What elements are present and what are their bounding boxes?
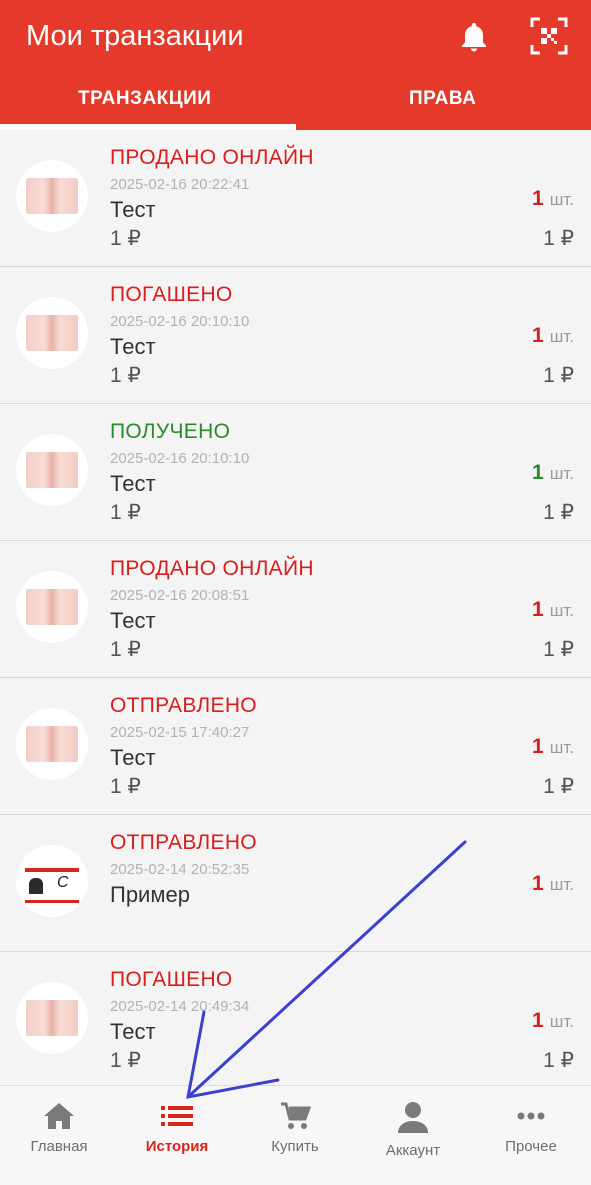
product-thumbnail — [16, 160, 88, 232]
transaction-date: 2025-02-15 17:40:27 — [110, 724, 250, 741]
product-name: Тест — [110, 608, 156, 633]
transaction-status: ПРОДАНО ОНЛАЙН — [110, 557, 314, 580]
total-price: 1 ₽ — [543, 1049, 574, 1072]
product-image — [26, 589, 78, 625]
more-dots-icon — [517, 1112, 545, 1120]
total-price: 1 ₽ — [543, 227, 574, 250]
unit-price: 1 ₽ — [110, 227, 141, 250]
product-thumbnail: C — [16, 845, 88, 917]
transaction-date: 2025-02-16 20:10:10 — [110, 450, 250, 467]
qr-scan-icon[interactable] — [530, 17, 568, 55]
quantity: 1 шт. — [532, 461, 574, 485]
transaction-date: 2025-02-16 20:08:51 — [110, 587, 250, 604]
transaction-date: 2025-02-14 20:49:34 — [110, 998, 250, 1015]
product-thumbnail — [16, 297, 88, 369]
product-image — [26, 452, 78, 488]
nav-label: История — [145, 1138, 209, 1155]
app-header: Мои транзакции ТРАНЗАКЦИИ ПРАВА — [0, 0, 591, 130]
quantity-unit: шт. — [549, 738, 574, 757]
quantity: 1 шт. — [532, 872, 574, 896]
total-price: 1 ₽ — [543, 638, 574, 661]
nav-item-buy[interactable]: Купить — [236, 1086, 354, 1185]
home-icon — [44, 1103, 74, 1129]
quantity: 1 шт. — [532, 324, 574, 348]
nav-item-history[interactable]: История — [118, 1086, 236, 1185]
unit-price: 1 ₽ — [110, 364, 141, 387]
quantity-value: 1 — [532, 1009, 544, 1032]
product-name: Тест — [110, 745, 156, 770]
nav-label: Прочее — [505, 1138, 557, 1155]
nav-item-account[interactable]: Аккаунт — [354, 1086, 472, 1185]
total-price: 1 ₽ — [543, 501, 574, 524]
transaction-status: ПОГАШЕНО — [110, 283, 233, 306]
transaction-row[interactable]: ПОГАШЕНО 2025-02-16 20:10:10 Тест 1 ₽ 1 шт. 1 … — [0, 267, 591, 404]
quantity-value: 1 — [532, 324, 544, 347]
product-thumbnail — [16, 982, 88, 1054]
transaction-status: ПРОДАНО ОНЛАЙН — [110, 146, 314, 169]
quantity-unit: шт. — [549, 190, 574, 209]
transaction-row[interactable]: ПРОДАНО ОНЛАЙН 2025-02-16 20:22:41 Тест 1 ₽… — [0, 130, 591, 267]
unit-price: 1 ₽ — [110, 501, 141, 524]
quantity: 1 шт. — [532, 735, 574, 759]
cart-icon — [281, 1102, 312, 1129]
transaction-row[interactable]: ПОГАШЕНО 2025-02-14 20:49:34 Тест 1 ₽ 1 шт. 1 … — [0, 952, 591, 1085]
nav-label: Аккаунт — [385, 1142, 441, 1159]
quantity-unit: шт. — [549, 601, 574, 620]
page-title: Мои транзакции — [26, 20, 244, 52]
quantity: 1 шт. — [532, 598, 574, 622]
product-image — [26, 315, 78, 351]
nav-item-more[interactable]: Прочее — [472, 1086, 590, 1185]
transaction-date: 2025-02-14 20:52:35 — [110, 861, 250, 878]
unit-price: 1 ₽ — [110, 1049, 141, 1072]
unit-price: 1 ₽ — [110, 638, 141, 661]
product-name: Тест — [110, 471, 156, 496]
product-thumbnail — [16, 434, 88, 506]
nav-item-home[interactable]: Главная — [0, 1086, 118, 1185]
transaction-status: ПОЛУЧЕНО — [110, 420, 231, 443]
tab-rights[interactable]: ПРАВА — [409, 88, 476, 110]
quantity-value: 1 — [532, 872, 544, 895]
unit-price: 1 ₽ — [110, 775, 141, 798]
list-icon — [161, 1106, 193, 1126]
quantity-unit: шт. — [549, 875, 574, 894]
product-name: Тест — [110, 1019, 156, 1044]
total-price: 1 ₽ — [543, 364, 574, 387]
product-banner-image: C — [25, 868, 79, 903]
product-image — [26, 178, 78, 214]
nav-label: Купить — [271, 1138, 319, 1155]
transaction-row[interactable]: ПРОДАНО ОНЛАЙН 2025-02-16 20:08:51 Тест 1 ₽… — [0, 541, 591, 678]
transaction-date: 2025-02-16 20:10:10 — [110, 313, 250, 330]
bottom-nav: Главная История Купить Аккаунт Прочее — [0, 1085, 591, 1185]
quantity-value: 1 — [532, 598, 544, 621]
product-thumbnail — [16, 571, 88, 643]
bell-icon[interactable] — [456, 20, 492, 56]
quantity-value: 1 — [532, 461, 544, 484]
transaction-status: ОТПРАВЛЕНО — [110, 694, 257, 717]
quantity-value: 1 — [532, 735, 544, 758]
product-thumbnail — [16, 708, 88, 780]
transaction-row[interactable]: ОТПРАВЛЕНО 2025-02-15 17:40:27 Тест 1 ₽ 1 шт.… — [0, 678, 591, 815]
quantity: 1 шт. — [532, 1009, 574, 1033]
product-name: Тест — [110, 334, 156, 359]
quantity-unit: шт. — [549, 327, 574, 346]
quantity-unit: шт. — [549, 1012, 574, 1031]
person-icon — [398, 1102, 428, 1133]
product-image — [26, 726, 78, 762]
product-image — [26, 1000, 78, 1036]
transaction-status: ОТПРАВЛЕНО — [110, 831, 257, 854]
tab-transactions[interactable]: ТРАНЗАКЦИИ — [78, 88, 211, 110]
transaction-status: ПОГАШЕНО — [110, 968, 233, 991]
quantity: 1 шт. — [532, 187, 574, 211]
quantity-unit: шт. — [549, 464, 574, 483]
quantity-value: 1 — [532, 187, 544, 210]
transaction-row[interactable]: ПОЛУЧЕНО 2025-02-16 20:10:10 Тест 1 ₽ 1 шт. 1 … — [0, 404, 591, 541]
total-price: 1 ₽ — [543, 775, 574, 798]
transaction-row[interactable]: C ОТПРАВЛЕНО 2025-02-14 20:52:35 Пример 1 шт. — [0, 815, 591, 952]
product-name: Пример — [110, 882, 190, 907]
transaction-list[interactable]: ПРОДАНО ОНЛАЙН 2025-02-16 20:22:41 Тест 1 ₽… — [0, 130, 591, 1085]
nav-label: Главная — [30, 1138, 88, 1155]
product-name: Тест — [110, 197, 156, 222]
transaction-date: 2025-02-16 20:22:41 — [110, 176, 250, 193]
